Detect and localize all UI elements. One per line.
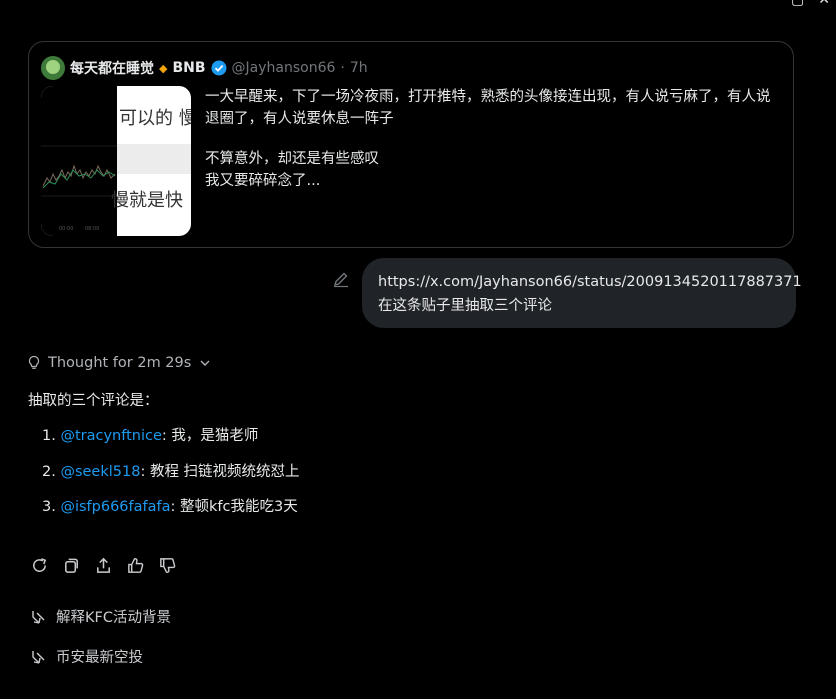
thought-label: Thought for 2m 29s [48,355,192,371]
quoted-post-text: 一大早醒来，下了一场冷夜雨，打开推特，熟悉的头像接连出现，有人说亏麻了，有人说退… [205,86,783,192]
top-right-icons: ▢ ✕ [791,0,830,8]
list-number: 1. [42,428,56,444]
post-text-line: 我又要碎碎念了... [205,173,321,189]
thumbnail-chart: 00:00 08:00 [41,86,117,236]
author-name[interactable]: 每天都在睡觉 [70,58,154,78]
post-text-line: 一大早醒来，下了一场冷夜雨，打开推特，熟悉的头像接连出现，有人说亏麻了，有人说退… [205,89,771,127]
lightbulb-icon [28,355,40,369]
chevron-down-icon [200,360,210,366]
suggestion-item[interactable]: 解释KFC活动背景 [30,606,171,627]
comment-text: 整顿kfc我能吃3天 [180,499,298,515]
user-handle-link[interactable]: @tracynftnice [60,428,161,444]
thumbnail-text-top: 可以的 慢 [119,108,191,129]
close-icon[interactable]: ✕ [818,0,830,8]
verified-badge-icon [211,60,227,76]
user-handle-link[interactable]: @seekl518 [60,464,140,480]
post-time: 7h [349,60,368,76]
list-number: 3. [42,499,56,515]
svg-text:08:00: 08:00 [85,226,99,232]
author-handle[interactable]: @Jayhanson66 [232,60,336,76]
user-message-text: 在这条贴子里抽取三个评论 [378,298,552,314]
comment-text: 我，是猫老师 [171,428,259,444]
post-thumbnail[interactable]: 00:00 08:00 可以的 慢 慢就是快 [41,86,191,236]
suggestion-label: 解释KFC活动背景 [56,610,171,626]
window-icon[interactable]: ▢ [791,0,804,8]
suggestion-item[interactable]: 币安最新空投 [30,646,143,667]
quoted-post-card[interactable]: 每天都在睡觉 ◆ BNB @Jayhanson66 · 7h 00:00 08:… [28,41,794,248]
suggestion-label: 币安最新空投 [56,650,143,666]
quoted-post-header: 每天都在睡觉 ◆ BNB @Jayhanson66 · 7h [41,56,368,80]
separator-dot: · [340,60,345,76]
edit-message-icon[interactable] [332,270,350,288]
thumbs-up-icon[interactable] [126,556,145,575]
post-text-line: 不算意外，却还是有些感叹 [205,151,379,167]
author-badge-text: BNB [172,60,206,76]
svg-text:00:00: 00:00 [59,226,73,232]
thought-toggle[interactable]: Thought for 2m 29s [26,355,213,371]
thumbnail-band [117,144,191,174]
avatar[interactable] [41,56,65,80]
response-actions [30,556,177,575]
answer-list: 1. @tracynftnice: 我，是猫老师 2. @seekl518: 教… [42,424,300,531]
list-number: 2. [42,463,56,480]
regenerate-icon[interactable] [30,556,49,575]
colon: : [170,499,176,515]
user-handle-link[interactable]: @isfp666fafafa [60,499,170,515]
colon: : [140,463,146,480]
follow-up-arrow-icon [32,610,45,624]
diamond-icon: ◆ [159,61,168,75]
colon: : [161,428,167,444]
list-item: 1. @tracynftnice: 我，是猫老师 [42,424,300,460]
thumbs-down-icon[interactable] [158,556,177,575]
answer-intro: 抽取的三个评论是： [28,393,159,409]
copy-icon[interactable] [62,556,81,575]
thumbnail-text-bottom: 慢就是快 [111,190,183,211]
user-message-url[interactable]: https://x.com/Jayhanson66/status/2009134… [378,270,802,294]
list-item: 3. @isfp666fafafa: 整顿kfc我能吃3天 [42,495,300,531]
user-message-bubble: https://x.com/Jayhanson66/status/2009134… [362,258,802,328]
follow-up-arrow-icon [32,650,45,664]
comment-text: 教程 扫链视频统统怼上 [149,463,300,480]
share-icon[interactable] [94,556,113,575]
list-item: 2. @seekl518: 教程 扫链视频统统怼上 [42,460,300,496]
